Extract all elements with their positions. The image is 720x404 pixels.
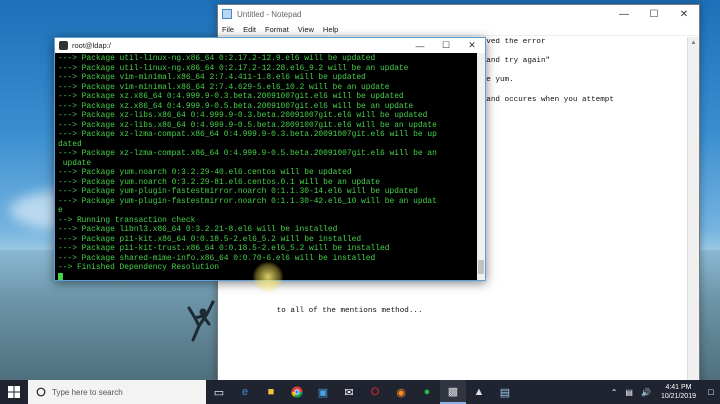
windows-logo-icon [8,386,20,398]
terminal-cursor [58,272,63,280]
menu-help[interactable]: Help [323,23,338,35]
close-button[interactable]: ✕ [669,5,699,23]
terminal-line: ---> Package yum.noarch 0:3.2.29-40.el6.… [58,168,352,177]
edge-icon[interactable]: e [232,380,258,404]
close-button[interactable]: ✕ [459,38,485,53]
clock[interactable]: 4:41 PM 10/21/2019 [655,383,702,401]
clock-time: 4:41 PM [665,384,692,391]
terminal-line: ---> Package xz-libs.x86_64 0:4.999.9-0.… [58,111,428,120]
terminal-line: ---> Package util-linux-ng.x86_64 0:2.17… [58,54,376,63]
terminal-line: dated [58,139,82,149]
store-icon[interactable]: ▣ [310,380,336,404]
terminal-line: ---> Package libnl3.x86_64 0:3.2.21-8.el… [58,225,338,234]
terminal-line: ---> Package yum-plugin-fastestmirror.no… [58,187,418,196]
notepad-titlebar[interactable]: Untitled - Notepad — ☐ ✕ [218,5,699,23]
minimize-button[interactable]: — [609,5,639,23]
maximize-button[interactable]: ☐ [639,5,669,23]
system-tray: ⌃ ▤ 🔊 4:41 PM 10/21/2019 □ [607,380,720,404]
notepad-line [222,287,685,297]
firefox-icon[interactable]: ◉ [388,380,414,404]
menu-view[interactable]: View [298,23,314,35]
terminal-line: e [58,206,63,215]
mail-icon[interactable]: ✉ [336,380,362,404]
notepad-menubar: File Edit Format View Help [218,23,699,36]
terminal-line: ---> Package xz-lzma-compat.x86_64 0:4.9… [58,130,437,139]
menu-format[interactable]: Format [265,23,289,35]
terminal-line: ---> Package vim-minimal.x86_64 2:7.4.41… [58,73,366,82]
minimize-button[interactable]: — [407,38,433,53]
menu-edit[interactable]: Edit [243,23,256,35]
notepad-title: Untitled - Notepad [237,9,302,19]
cortana-icon [36,387,46,397]
notification-icon[interactable]: □ [702,387,720,397]
putty-icon [59,41,68,50]
terminal-line: ---> Package xz-libs.x86_64 0:4.999.9-0.… [58,120,437,130]
chevron-up-icon[interactable]: ⌃ [611,388,618,397]
gymnast-silhouette [187,300,215,342]
file-explorer-icon[interactable]: ■ [258,380,284,404]
network-icon[interactable]: ▤ [625,388,633,397]
terminal-line: ---> Package yum-plugin-fastestmirror.no… [58,196,437,206]
putty-taskbar-icon[interactable]: ▩ [440,380,466,404]
notepad-app-icon [222,9,232,19]
scroll-up-icon[interactable]: ▲ [688,37,699,49]
terminal-line: ---> Package yum.noarch 0:3.2.29-81.el6.… [58,177,380,187]
start-button[interactable] [0,380,28,404]
task-view-icon[interactable]: ▭ [206,380,232,404]
app-green-icon[interactable]: ● [414,380,440,404]
terminal-line: ---> Package util-linux-ng.x86_64 0:2.17… [58,63,409,73]
terminal-line: ---> Package p11-kit.x86_64 0:0.18.5-2.e… [58,234,362,244]
terminal-title: root@ldap:/ [72,41,111,50]
notepad-line: to all of the mentions method... [222,306,423,315]
clock-date: 10/21/2019 [660,393,696,400]
terminal-output[interactable]: ---> Package util-linux-ng.x86_64 0:2.17… [56,53,477,280]
terminal-window[interactable]: root@ldap:/ — ☐ ✕ ---> Package util-linu… [54,37,486,281]
notepad-line [222,297,685,307]
taskbar-search[interactable]: Type here to search [28,380,206,404]
app-icon[interactable]: ▲ [466,380,492,404]
search-placeholder: Type here to search [52,387,123,397]
terminal-line: ---> Package xz.x86_64 0:4.999.9-0.3.bet… [58,92,404,101]
chrome-icon[interactable] [284,380,310,404]
terminal-titlebar[interactable]: root@ldap:/ — ☐ ✕ [55,38,485,53]
terminal-line: ---> Package xz.x86_64 0:4.999.9-0.5.bet… [58,101,414,111]
terminal-line: update [58,158,92,168]
terminal-line: ---> Package xz-lzma-compat.x86_64 0:4.9… [58,149,437,158]
scroll-thumb[interactable] [478,260,484,274]
taskbar: Type here to search ▭ e ■ ▣ ✉ O ◉ ● ▩ ▲ … [0,380,720,404]
volume-icon[interactable]: 🔊 [641,388,651,397]
notepad-taskbar-icon[interactable]: ▤ [492,380,518,404]
mouse-highlight [253,262,283,292]
chrome-logo [291,386,303,398]
terminal-line: ---> Package p11-kit-trust.x86_64 0:0.18… [58,244,390,253]
maximize-button[interactable]: ☐ [433,38,459,53]
opera-icon[interactable]: O [362,380,388,404]
terminal-scrollbar[interactable] [477,53,485,280]
terminal-line: --> Running transaction check [58,215,196,225]
terminal-line: ---> Package vim-minimal.x86_64 2:7.4.62… [58,82,390,92]
menu-file[interactable]: File [222,23,234,35]
notepad-scrollbar[interactable]: ▲ [687,37,699,383]
